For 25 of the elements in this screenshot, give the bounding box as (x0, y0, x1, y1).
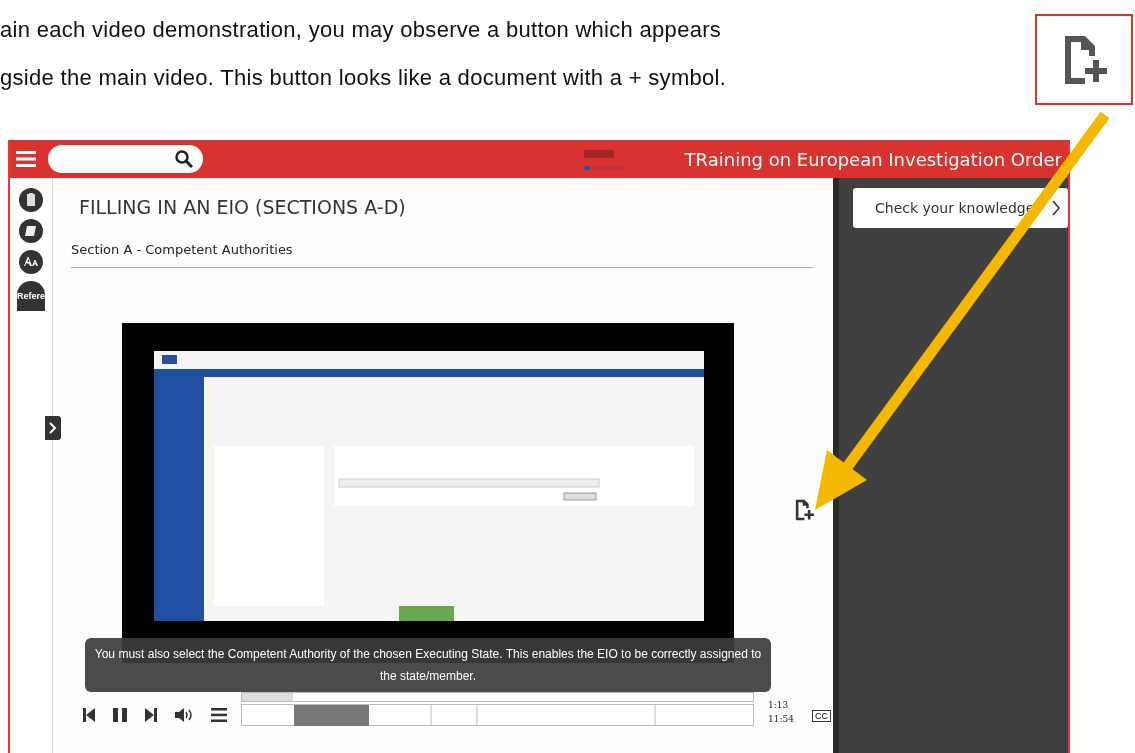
volume-icon[interactable] (175, 708, 193, 722)
pause-icon[interactable] (113, 708, 127, 722)
chevron-right-icon (1052, 200, 1060, 216)
search-field[interactable] (48, 145, 203, 173)
skip-forward-icon[interactable] (145, 708, 157, 722)
clipboard-icon[interactable] (19, 188, 43, 212)
video-caption: You must also select the Competent Authority of the chosen Executing State. This enables the EIO to be correctly assigned to the state/member. (85, 638, 771, 692)
progress-track[interactable] (241, 692, 754, 702)
collapse-tab[interactable] (45, 416, 61, 440)
text-size-icon[interactable] (19, 250, 43, 274)
instruction-text: gside the main video. This button looks like a document with a + symbol. (0, 64, 728, 92)
course-title: TRaining on European Investigation Order (684, 148, 1062, 170)
page-title: FILLING IN AN EIO (SECTIONS A-D) (79, 196, 407, 218)
menu-icon[interactable] (211, 708, 227, 722)
skip-back-icon[interactable] (83, 708, 95, 722)
references-button[interactable]: Refere (17, 281, 45, 311)
search-icon (175, 150, 193, 168)
duration: 11:54 (768, 713, 794, 726)
document-plus-icon[interactable] (793, 498, 815, 522)
instruction-text: ain each video demonstration, you may observe a button which appears (0, 16, 723, 44)
book-icon[interactable] (19, 219, 43, 243)
current-time: 1:13 (768, 699, 790, 712)
captions-button[interactable]: CC (811, 710, 831, 722)
section-title: Section A - Competent Authorities (71, 242, 294, 257)
chevron-right-icon (49, 422, 57, 434)
